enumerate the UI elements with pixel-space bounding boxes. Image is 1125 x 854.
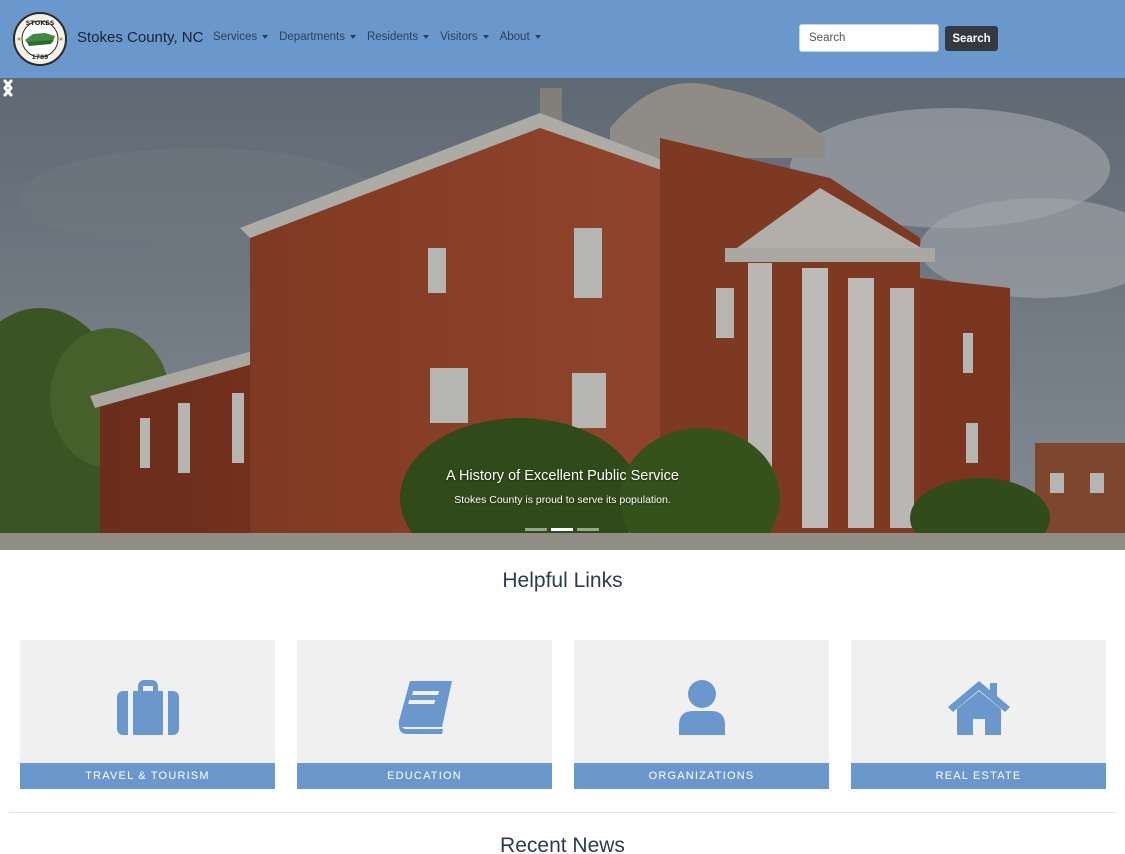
carousel-indicator-2[interactable] — [551, 528, 573, 531]
nav-residents-label: Residents — [366, 31, 419, 43]
section-divider — [9, 812, 1116, 813]
nav-about[interactable]: About — [500, 31, 541, 43]
helpful-links-heading: Helpful Links — [502, 569, 623, 592]
card-icon-wrap — [574, 677, 829, 737]
caret-down-icon — [423, 35, 430, 39]
card-icon-wrap — [851, 677, 1106, 737]
card-real-estate[interactable]: REAL ESTATE — [851, 640, 1106, 789]
card-icon-wrap — [297, 677, 552, 737]
carousel-caption-subtitle: Stokes County is proud to serve its popu… — [454, 494, 671, 506]
card-education[interactable]: EDUCATION — [297, 640, 552, 789]
book-icon — [398, 681, 452, 734]
user-icon — [678, 680, 725, 735]
caret-down-icon — [534, 35, 541, 39]
carousel-indicator-3[interactable] — [577, 528, 599, 531]
search-input[interactable] — [799, 24, 939, 52]
card-icon-wrap — [20, 677, 275, 737]
nav-services[interactable]: Services — [213, 31, 269, 43]
nav-departments[interactable]: Departments — [279, 31, 356, 43]
svg-text:1789: 1789 — [32, 54, 49, 61]
county-seal-icon[interactable]: STOKES 1789 — [11, 12, 69, 66]
nav-visitors-label: Visitors — [440, 31, 478, 43]
main-nav: Services Departments Residents Visitors … — [213, 31, 552, 43]
site-brand[interactable]: Stokes County, NC — [77, 29, 203, 46]
nav-services-label: Services — [213, 31, 258, 43]
nav-departments-label: Departments — [279, 31, 345, 43]
card-organizations[interactable]: ORGANIZATIONS — [574, 640, 829, 789]
card-label: REAL ESTATE — [851, 763, 1106, 789]
card-label: EDUCATION — [297, 763, 552, 789]
caret-down-icon — [349, 35, 356, 39]
recent-news-heading: Recent News — [500, 834, 625, 854]
card-label: ORGANIZATIONS — [574, 763, 829, 789]
chevron-right-icon[interactable] — [0, 78, 16, 98]
carousel-caption-title: A History of Excellent Public Service — [446, 468, 679, 484]
house-icon — [947, 681, 1010, 735]
card-label: TRAVEL & TOURISM — [20, 763, 275, 789]
carousel-indicator-1[interactable] — [525, 528, 547, 531]
suitcase-icon — [116, 680, 179, 735]
svg-text:STOKES: STOKES — [26, 19, 55, 27]
search-button[interactable]: Search — [945, 26, 998, 51]
caret-down-icon — [482, 35, 489, 39]
nav-about-label: About — [499, 31, 530, 43]
caret-down-icon — [262, 35, 269, 39]
hero-carousel: A History of Excellent Public Service St… — [0, 78, 1125, 550]
top-navbar: STOKES 1789 Stokes County, NC Services D… — [0, 0, 1125, 78]
nav-visitors[interactable]: Visitors — [440, 31, 489, 43]
nav-residents[interactable]: Residents — [366, 31, 430, 43]
card-travel-tourism[interactable]: TRAVEL & TOURISM — [20, 640, 275, 789]
carousel-indicators — [525, 528, 599, 531]
